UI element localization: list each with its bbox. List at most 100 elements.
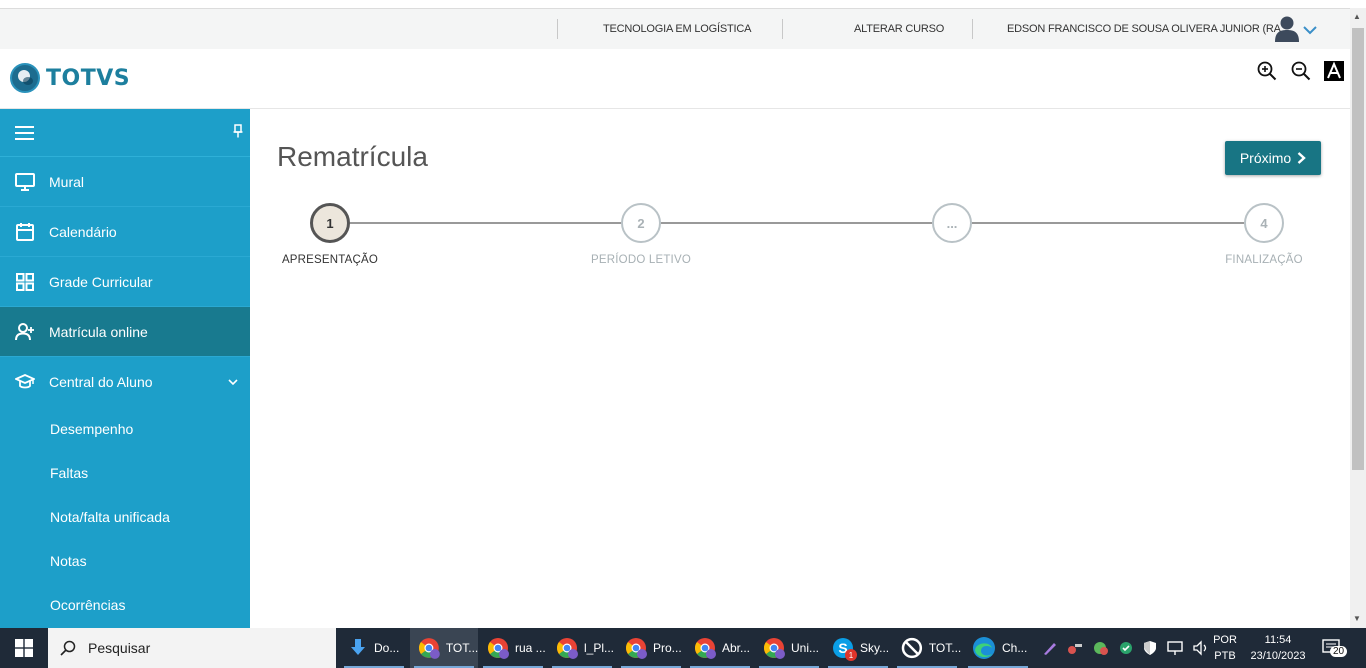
sidebar-item-matricula-online[interactable]: Matrícula online [0,307,250,357]
shield-icon[interactable] [1142,640,1158,656]
taskbar-app-chrome-totvs[interactable]: TOT... [410,628,478,668]
sidebar-item-mural[interactable]: Mural [0,157,250,207]
scroll-thumb[interactable] [1352,28,1364,470]
step-4-circle[interactable]: 4 [1244,203,1284,243]
taskbar-app-label: Sky... [860,641,890,655]
menu-icon[interactable] [15,125,35,141]
step-2-label: PERÍODO LETIVO [591,254,691,266]
step-1-circle[interactable]: 1 [310,203,350,243]
chevron-down-icon[interactable] [228,378,238,386]
skype-badge: 1 [845,649,857,661]
stepper: 1 2 ... 4 APRESENTAÇÃO PERÍODO LETIVO FI… [270,200,1330,280]
submenu-item-nota-falta-unificada[interactable]: Nota/falta unificada [0,495,250,539]
start-button[interactable] [0,628,48,668]
user-name[interactable]: EDSON FRANCISCO DE SOUSA OLIVERA JUNIOR … [1007,23,1292,35]
chevron-down-icon[interactable] [1303,25,1317,35]
sidebar-item-label: Mural [49,173,85,190]
calendar-icon [16,223,34,241]
step-3-circle[interactable]: ... [932,203,972,243]
chrome-icon [695,638,716,659]
zoom-out-icon[interactable] [1291,61,1311,81]
taskbar-app-label: Abr... [722,641,751,655]
taskbar-app-label: TOT... [445,641,478,655]
chrome-icon [626,638,647,659]
graduation-cap-icon [15,374,35,389]
grid-icon [16,273,34,291]
chevron-right-icon [1297,152,1306,164]
brand-name: TOTVS [46,65,131,91]
system-tray [1042,628,1210,668]
current-course: TECNOLOGIA EM LOGÍSTICA [603,23,752,35]
totvs-icon [901,637,923,659]
change-course-link[interactable]: ALTERAR CURSO [854,23,944,35]
notification-count: 20 [1330,646,1348,657]
step-connector [661,222,932,224]
pen-icon[interactable] [1042,640,1058,656]
submenu-item-faltas[interactable]: Faltas [0,451,250,495]
chrome-icon [418,638,440,659]
sidebar-header [0,109,250,157]
taskbar-app-totvs[interactable]: TOT... [893,628,961,668]
divider [972,19,973,39]
scroll-up-arrow[interactable]: ▲ [1353,12,1361,21]
clock-time: 11:54 [1264,634,1292,646]
skype-icon: S 1 [832,637,857,661]
network-icon[interactable] [1166,640,1184,656]
taskbar: Pesquisar Do... TOT... rua ... l_Pl... P… [0,628,1366,668]
clock[interactable]: 11:54 23/10/2023 [1246,628,1310,668]
network-tool-icon[interactable] [1066,640,1084,656]
taskbar-app-label: rua ... [515,641,546,655]
app-tray-icon[interactable] [1092,640,1110,656]
sync-icon[interactable] [1118,640,1134,656]
sidebar: Mural Calendário Grade Curricular Matríc… [0,109,250,628]
volume-icon[interactable] [1192,640,1210,656]
sidebar-item-label: Central do Aluno [49,374,153,390]
taskbar-search[interactable]: Pesquisar [48,628,336,668]
contrast-icon[interactable] [1324,61,1344,81]
sidebar-item-central-do-aluno[interactable]: Central do Aluno [0,357,250,407]
step-1-label: APRESENTAÇÃO [281,254,379,266]
search-placeholder: Pesquisar [88,640,151,656]
taskbar-app-label: TOT... [928,641,961,655]
windows-icon [15,639,33,657]
divider [557,19,558,39]
scroll-down-arrow[interactable]: ▼ [1353,614,1361,623]
step-connector [972,222,1244,224]
taskbar-app-chrome-uni[interactable]: Uni... [755,628,823,668]
taskbar-app-chrome-pro[interactable]: Pro... [617,628,685,668]
step-2-circle[interactable]: 2 [621,203,661,243]
page-title: Rematrícula [277,141,428,172]
taskbar-app-label: Uni... [791,641,820,655]
clock-date: 23/10/2023 [1250,650,1306,662]
pin-icon[interactable] [233,124,243,138]
taskbar-app-downloads[interactable]: Do... [340,628,408,668]
chrome-icon [488,638,509,659]
submenu-item-ocorrencias[interactable]: Ocorrências [0,583,250,627]
submenu-item-notas[interactable]: Notas [0,539,250,583]
chrome-icon [557,638,578,659]
edge-icon [973,637,995,659]
avatar[interactable] [1275,15,1299,42]
page-scrollbar[interactable]: ▲ ▼ [1350,8,1366,628]
notification-center[interactable]: 20 [1322,628,1362,668]
sidebar-item-grade-curricular[interactable]: Grade Curricular [0,257,250,307]
step-connector [350,222,621,224]
next-button[interactable]: Próximo [1225,141,1321,175]
totvs-globe-icon [10,63,40,93]
taskbar-app-chrome-abr[interactable]: Abr... [686,628,754,668]
app-header: TOTVS [0,49,1350,109]
sidebar-item-calendario[interactable]: Calendário [0,207,250,257]
totvs-logo[interactable]: TOTVS [10,63,130,93]
taskbar-app-skype[interactable]: S 1 Sky... [824,628,892,668]
add-user-icon [15,323,34,341]
taskbar-app-edge[interactable]: Ch... [964,628,1032,668]
language-indicator[interactable]: POR PTB [1210,628,1240,668]
taskbar-app-chrome-pl[interactable]: l_Pl... [548,628,616,668]
taskbar-app-chrome-rua[interactable]: rua ... [479,628,547,668]
taskbar-app-label: l_Pl... [584,641,615,655]
submenu-item-desempenho[interactable]: Desempenho [0,407,250,451]
next-button-label: Próximo [1239,150,1292,166]
divider [782,19,783,39]
step-4-label: FINALIZAÇÃO [1225,254,1303,266]
zoom-in-icon[interactable] [1257,61,1277,81]
